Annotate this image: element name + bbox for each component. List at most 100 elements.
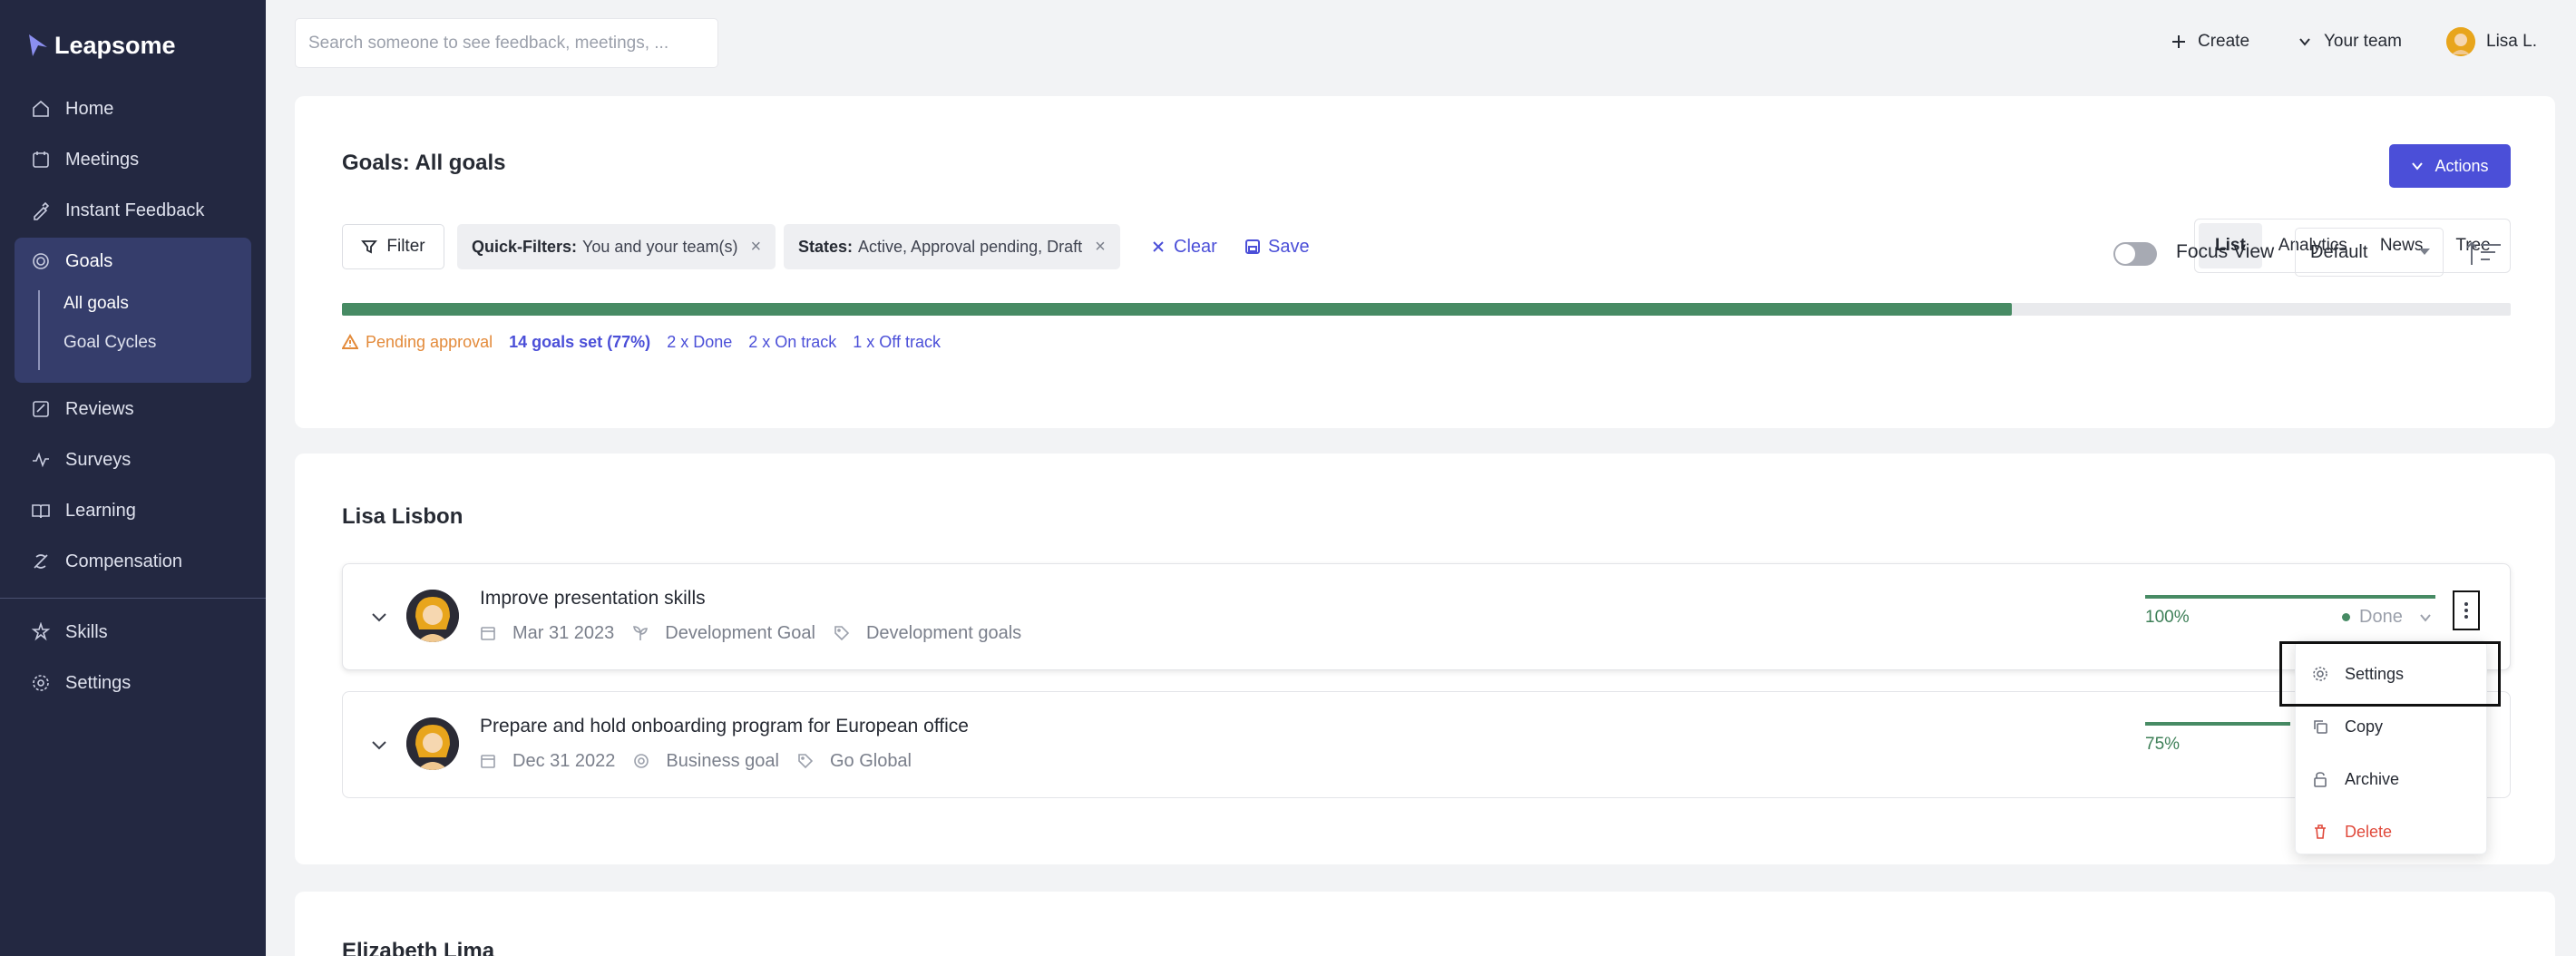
- actions-button[interactable]: Actions: [2389, 144, 2511, 188]
- save-button[interactable]: Save: [1244, 232, 1310, 261]
- overall-progress-fill: [342, 303, 2013, 316]
- sidebar-divider: [0, 598, 266, 599]
- menu-item-delete[interactable]: Delete: [2296, 810, 2488, 854]
- more-options-button[interactable]: [2453, 590, 2480, 630]
- on-track-stat[interactable]: 2 x On track: [748, 333, 836, 352]
- menu-item-label: Delete: [2345, 822, 2393, 841]
- goal-date: Dec 31 2022: [480, 751, 615, 772]
- sidebar-subitem-all-goals[interactable]: All goals: [63, 294, 129, 314]
- sidebar-item-reviews[interactable]: Reviews: [31, 391, 134, 427]
- goals-overview-card: Goals: All goals Actions Filter Quick-Fi…: [295, 96, 2555, 428]
- filter-button[interactable]: Filter: [342, 224, 444, 269]
- calendar-icon: [481, 755, 495, 768]
- actions-label: Actions: [2435, 156, 2489, 175]
- sort-select-value: Default: [2310, 241, 2368, 262]
- sort-order-icon[interactable]: [2464, 239, 2503, 268]
- settings-highlight-outline: [2279, 641, 2501, 707]
- sidebar-item-learning[interactable]: Learning: [31, 493, 136, 529]
- chip-value: Active, Approval pending, Draft: [858, 237, 1083, 256]
- create-label: Create: [2198, 32, 2250, 51]
- sidebar-item-skills[interactable]: Skills: [31, 614, 108, 650]
- skills-icon: [31, 622, 51, 642]
- leapsome-logo-icon: [29, 34, 47, 56]
- menu-item-archive[interactable]: Archive: [2296, 757, 2488, 801]
- your-team-button[interactable]: Your team: [2297, 25, 2402, 58]
- states-chip[interactable]: States: Active, Approval pending, Draft …: [784, 224, 1120, 269]
- chip-key: States:: [798, 237, 854, 256]
- tag-icon: [834, 626, 850, 641]
- goal-title[interactable]: Improve presentation skills: [480, 588, 706, 610]
- goal-type: Business goal: [633, 751, 779, 772]
- sidebar-item-label: Surveys: [65, 449, 132, 470]
- goal-status[interactable]: Done: [2342, 607, 2432, 628]
- menu-item-copy[interactable]: Copy: [2296, 705, 2488, 748]
- goal-progress-bar: [2145, 722, 2290, 726]
- goals-set-stat[interactable]: 14 goals set (77%): [509, 333, 650, 352]
- sidebar-item-label: Settings: [65, 672, 132, 693]
- pending-approval-link[interactable]: Pending approval: [342, 333, 493, 352]
- leapsome-logo[interactable]: Leapsome: [27, 27, 176, 63]
- close-icon[interactable]: ×: [1095, 237, 1106, 258]
- chevron-down-icon[interactable]: [370, 736, 388, 754]
- plus-icon: [2172, 35, 2185, 48]
- person-section-card: Elizabeth Lima: [295, 892, 2555, 956]
- person-section-card: Lisa Lisbon Improve presentation skills …: [295, 454, 2555, 864]
- search-placeholder: Search someone to see feedback, meetings…: [308, 33, 669, 53]
- chevron-down-icon: [2299, 38, 2310, 46]
- sidebar-sub-indicator: [38, 290, 40, 370]
- sidebar-item-home[interactable]: Home: [31, 91, 113, 127]
- sidebar: Leapsome Home Meetings Instant Feedback …: [0, 0, 266, 956]
- target-icon: [634, 754, 649, 768]
- user-menu-button[interactable]: Lisa L.: [2446, 25, 2537, 58]
- focus-view-label: Focus View: [2176, 241, 2275, 262]
- surveys-icon: [31, 450, 51, 470]
- goal-row[interactable]: Prepare and hold onboarding program for …: [342, 691, 2511, 798]
- sidebar-item-surveys[interactable]: Surveys: [31, 442, 131, 478]
- trash-icon: [2315, 824, 2326, 839]
- feedback-icon: [31, 200, 51, 220]
- overall-progress-bar: [342, 303, 2511, 316]
- filter-label: Filter: [386, 237, 425, 256]
- sort-select[interactable]: Default: [2295, 228, 2444, 277]
- sidebar-item-settings[interactable]: Settings: [31, 665, 131, 701]
- caret-down-icon: [2419, 249, 2430, 255]
- copy-icon: [2314, 720, 2327, 734]
- sidebar-item-instant-feedback[interactable]: Instant Feedback: [31, 192, 204, 229]
- sidebar-item-compensation[interactable]: Compensation: [31, 543, 182, 580]
- chip-value: You and your team(s): [582, 237, 738, 256]
- learning-icon: [31, 501, 51, 521]
- menu-item-label: Archive: [2345, 769, 2400, 788]
- sidebar-item-meetings[interactable]: Meetings: [31, 141, 139, 178]
- kebab-icon: [2464, 602, 2468, 619]
- goal-progress-fill: [2145, 595, 2435, 599]
- home-icon: [31, 99, 51, 119]
- section-title: Elizabeth Lima: [342, 939, 495, 956]
- close-icon[interactable]: ×: [750, 237, 761, 258]
- sidebar-subitem-goal-cycles[interactable]: Goal Cycles: [63, 333, 156, 353]
- focus-view-toggle[interactable]: [2113, 242, 2157, 266]
- clear-button[interactable]: Clear: [1150, 232, 1217, 261]
- goals-icon: [31, 251, 51, 271]
- menu-item-label: Copy: [2345, 717, 2384, 736]
- close-icon: [1153, 241, 1164, 252]
- goal-progress-bar: [2145, 595, 2435, 599]
- goal-progress-fill: [2145, 722, 2290, 726]
- sprout-icon: [633, 626, 649, 640]
- create-button[interactable]: Create: [2171, 25, 2249, 58]
- goal-stats: Pending approval 14 goals set (77%) 2 x …: [342, 328, 941, 356]
- quick-filters-chip[interactable]: Quick-Filters: You and your team(s) ×: [457, 224, 776, 269]
- sidebar-item-label: Skills: [65, 621, 108, 642]
- logo-text: Leapsome: [54, 31, 176, 59]
- done-stat[interactable]: 2 x Done: [667, 333, 732, 352]
- goal-type: Development Goal: [632, 623, 815, 644]
- calendar-icon: [481, 627, 495, 640]
- goal-title[interactable]: Prepare and hold onboarding program for …: [480, 716, 969, 737]
- search-input[interactable]: Search someone to see feedback, meetings…: [295, 18, 718, 68]
- off-track-stat[interactable]: 1 x Off track: [853, 333, 941, 352]
- clear-label: Clear: [1174, 236, 1217, 257]
- sidebar-item-goals[interactable]: Goals: [31, 243, 112, 279]
- status-label: Done: [2359, 607, 2403, 627]
- chevron-down-icon[interactable]: [370, 608, 388, 626]
- goal-meta: Dec 31 2022 Business goal Go Global: [480, 748, 917, 774]
- compensation-icon: [31, 551, 51, 571]
